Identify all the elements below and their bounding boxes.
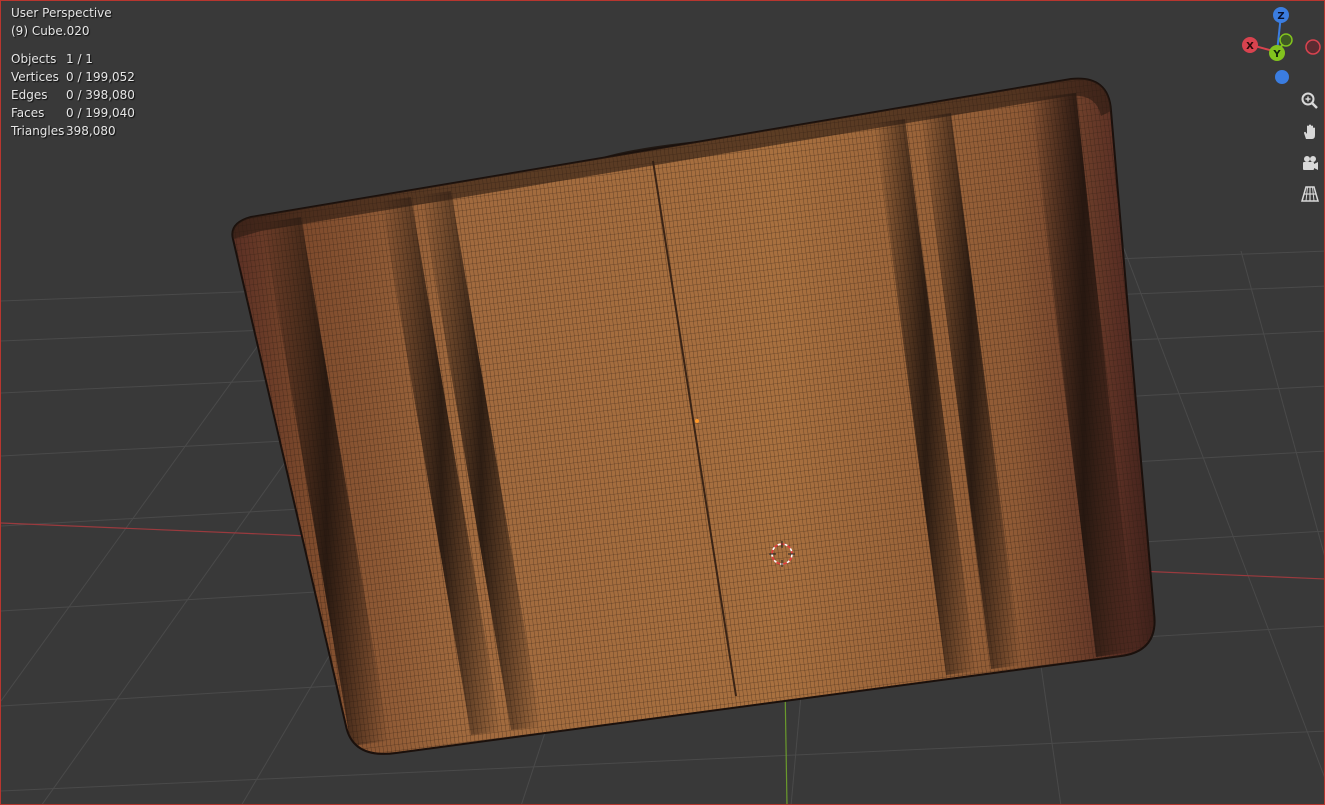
stat-value: 0 / 199,052 xyxy=(66,70,135,84)
scene-statistics: Objects 1 / 1 Vertices 0 / 199,052 Edges… xyxy=(11,50,135,140)
perspective-grid-icon xyxy=(1300,184,1320,204)
camera-icon xyxy=(1300,153,1320,173)
stat-objects: Objects 1 / 1 xyxy=(11,50,135,68)
stat-label: Faces xyxy=(11,106,45,120)
view-name: User Perspective xyxy=(11,6,112,20)
stat-edges: Edges 0 / 398,080 xyxy=(11,86,135,104)
camera-view-button[interactable] xyxy=(1297,150,1323,175)
3d-viewport[interactable]: User Perspective (9) Cube.020 Objects 1 … xyxy=(0,0,1325,805)
stat-faces: Faces 0 / 199,040 xyxy=(11,104,135,122)
perspective-toggle-button[interactable] xyxy=(1297,181,1323,206)
negative-x-handle[interactable] xyxy=(1305,39,1321,55)
pan-hand-icon xyxy=(1300,122,1320,142)
stat-label: Triangles xyxy=(11,124,65,138)
stat-value: 0 / 199,040 xyxy=(66,106,135,120)
zoom-icon xyxy=(1300,91,1320,111)
z-axis-label: Z xyxy=(1277,11,1284,22)
stat-vertices: Vertices 0 / 199,052 xyxy=(11,68,135,86)
viewport-info-overlay: User Perspective (9) Cube.020 Objects 1 … xyxy=(11,4,135,140)
z-axis-handle[interactable]: Z xyxy=(1273,7,1289,23)
stat-value: 398,080 xyxy=(66,124,116,138)
zoom-button[interactable] xyxy=(1297,88,1323,113)
negative-z-handle[interactable] xyxy=(1275,70,1289,84)
stat-label: Vertices xyxy=(11,70,59,84)
pan-button[interactable] xyxy=(1297,119,1323,144)
stat-value: 1 / 1 xyxy=(66,52,93,66)
viewport-scene[interactable] xyxy=(1,1,1325,805)
stat-label: Objects xyxy=(11,52,57,66)
x-axis-handle[interactable]: X xyxy=(1242,37,1258,53)
y-axis-label: Y xyxy=(1272,49,1281,60)
negative-y-handle[interactable] xyxy=(1279,33,1293,47)
viewport-navigation-tools xyxy=(1297,88,1323,206)
suitcase-mesh[interactable] xyxy=(201,61,1181,781)
stat-triangles: Triangles 398,080 xyxy=(11,122,135,140)
active-object-name: (9) Cube.020 xyxy=(11,24,90,38)
y-axis-handle[interactable]: Y xyxy=(1269,45,1285,61)
x-axis-label: X xyxy=(1246,41,1254,52)
stat-label: Edges xyxy=(11,88,48,102)
stat-value: 0 / 398,080 xyxy=(66,88,135,102)
navigation-gizmo[interactable]: X Y Z xyxy=(1233,3,1325,85)
